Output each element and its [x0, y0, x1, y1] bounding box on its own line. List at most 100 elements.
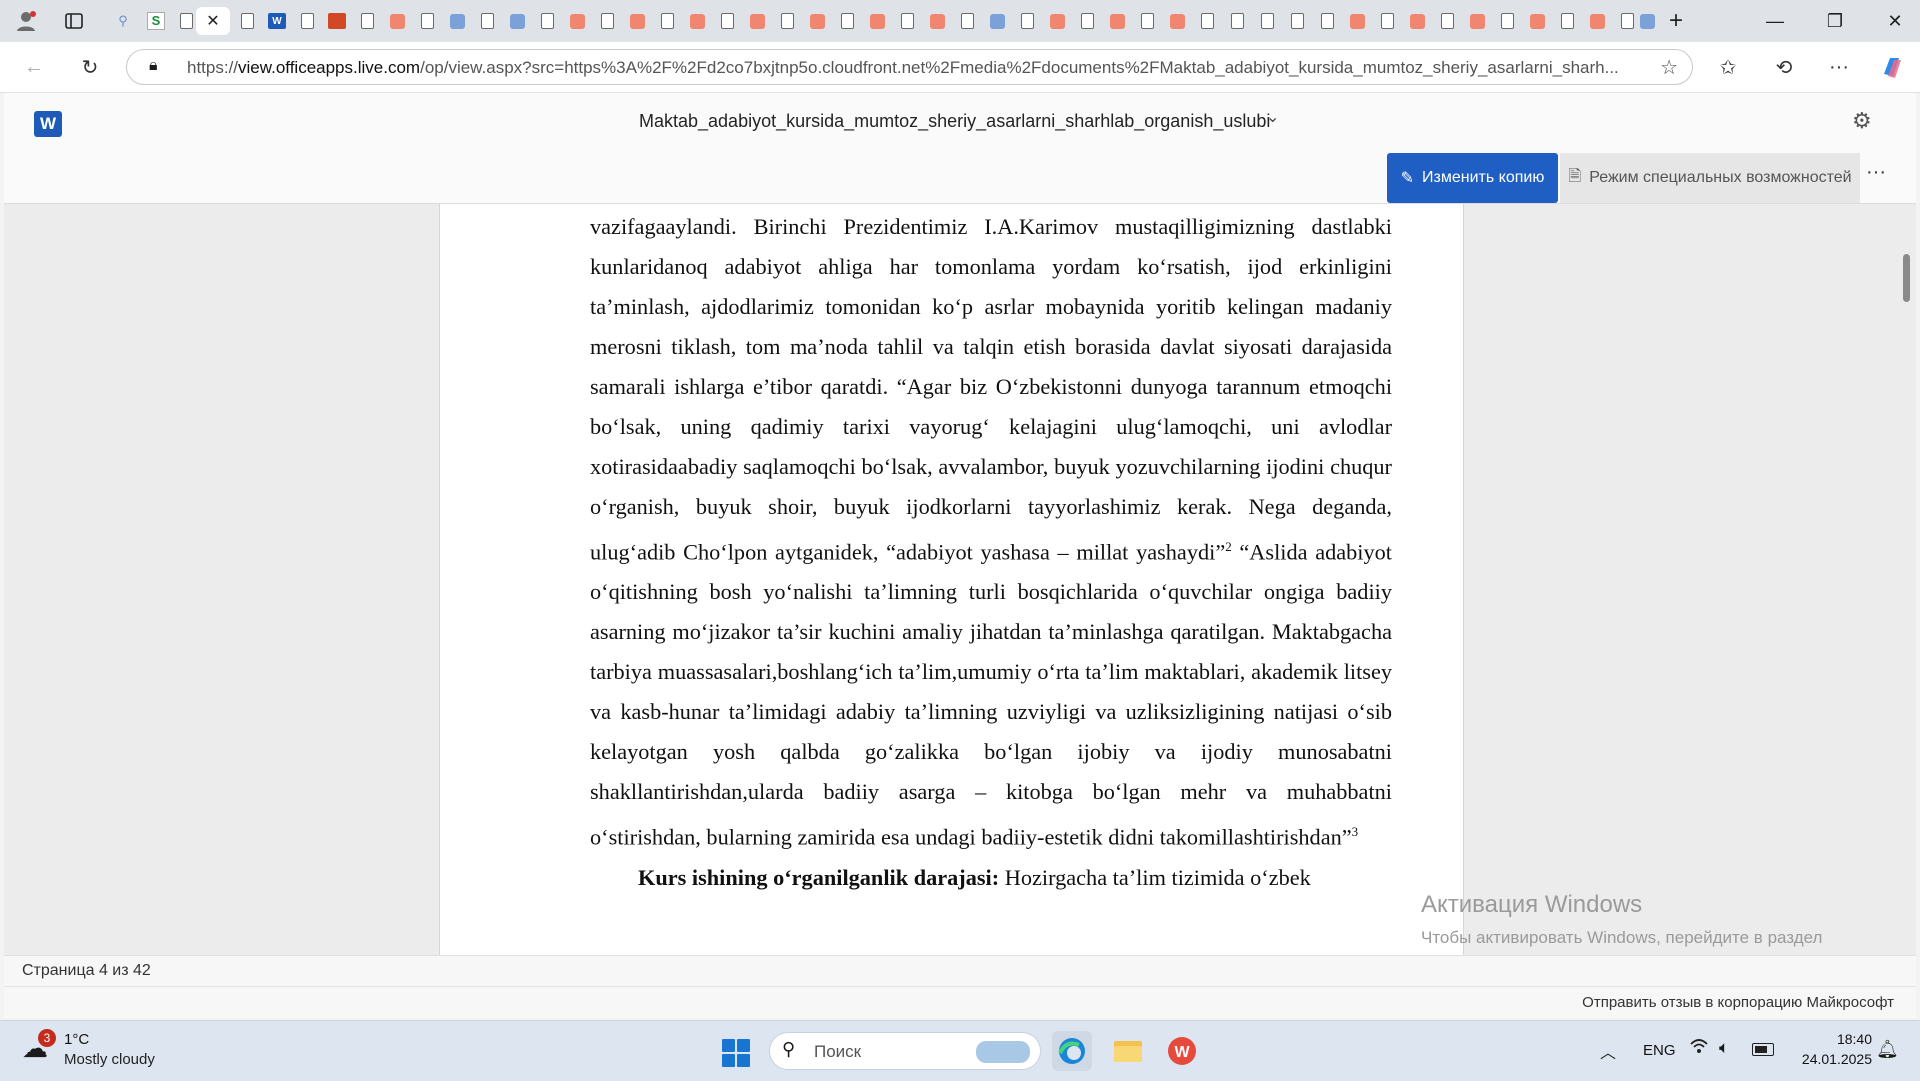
browser-tab[interactable]: [416, 7, 438, 35]
browser-tab[interactable]: [956, 7, 978, 35]
browser-tab[interactable]: [296, 7, 318, 35]
lock-icon[interactable]: 🔒︎: [149, 57, 158, 75]
text-line: vazifagaaylandi. Birinchi Prezidentimiz …: [590, 214, 1295, 239]
browser-tab[interactable]: ⚲: [112, 7, 134, 35]
more-icon[interactable]: ···: [1823, 52, 1855, 82]
document-title[interactable]: Maktab_adabiyot_kursida_mumtoz_sheriy_as…: [639, 111, 1270, 132]
wps-office-icon[interactable]: W: [1162, 1031, 1202, 1071]
edge-icon[interactable]: [1052, 1031, 1092, 1071]
language-indicator[interactable]: ENG: [1643, 1042, 1676, 1059]
browser-tab[interactable]: [926, 7, 948, 35]
browser-tab[interactable]: [566, 7, 588, 35]
document-canvas[interactable]: vazifagaaylandi. Birinchi Prezidentimiz …: [4, 204, 1916, 955]
browser-tab[interactable]: [986, 7, 1008, 35]
browser-tab-active[interactable]: ✕: [196, 7, 230, 35]
browser-tab[interactable]: [1586, 7, 1608, 35]
browser-tab[interactable]: S: [145, 7, 167, 35]
scrollbar-thumb[interactable]: [1903, 254, 1910, 302]
browser-tab[interactable]: [716, 7, 738, 35]
browser-tab[interactable]: [506, 7, 528, 35]
browser-tab[interactable]: [866, 7, 888, 35]
browser-tab[interactable]: [746, 7, 768, 35]
browser-tab[interactable]: [1526, 7, 1548, 35]
footnote-ref[interactable]: 3: [1352, 824, 1359, 839]
clock-date[interactable]: 24.01.2025: [1790, 1051, 1872, 1067]
browser-tab[interactable]: [1076, 7, 1098, 35]
browser-tab[interactable]: [1286, 7, 1308, 35]
url-text[interactable]: https://view.officeapps.live.com/op/view…: [187, 58, 1627, 78]
browser-tab[interactable]: [1436, 7, 1458, 35]
text-line: muassasalari,boshlang‘ich ta’lim,umumiy …: [657, 659, 1393, 685]
browser-tab[interactable]: [356, 7, 378, 35]
edit-copy-button[interactable]: ✎ Изменить копию: [1387, 153, 1558, 203]
browser-tab[interactable]: [1226, 7, 1248, 35]
activation-title: Активация Windows: [1421, 891, 1643, 918]
copilot-icon[interactable]: [1876, 52, 1908, 82]
browser-tab[interactable]: [1406, 7, 1428, 35]
notification-bell-icon[interactable]: 🔔︎: [1876, 1039, 1899, 1060]
more-options-icon[interactable]: ···: [1866, 161, 1886, 184]
browser-tab[interactable]: [896, 7, 918, 35]
browser-tab[interactable]: [1346, 7, 1368, 35]
browser-tab[interactable]: [806, 7, 828, 35]
minimize-icon[interactable]: —: [1745, 0, 1805, 42]
browser-tab[interactable]: [236, 7, 258, 35]
history-icon[interactable]: ⟲: [1768, 52, 1800, 82]
browser-tab[interactable]: [1376, 7, 1398, 35]
browser-tab[interactable]: [446, 7, 468, 35]
text-line: o‘stirishdan, bularning zamirida esa und…: [590, 824, 1155, 850]
tab-actions-icon[interactable]: [58, 6, 90, 36]
accessibility-mode-button[interactable]: 🗎 Режим специальных возможностей: [1560, 153, 1860, 203]
browser-tab[interactable]: [1616, 7, 1638, 35]
chevron-up-icon[interactable]: ︿: [1600, 1039, 1616, 1063]
favorites-icon[interactable]: ✩: [1712, 52, 1744, 82]
browser-tab[interactable]: [1496, 7, 1518, 35]
volume-icon[interactable]: 🔈︎: [1719, 1038, 1729, 1058]
windows-start-icon[interactable]: [722, 1039, 750, 1067]
status-bar: Страница 4 из 42: [4, 955, 1916, 986]
back-icon[interactable]: ←: [18, 52, 50, 82]
url-field[interactable]: 🔒︎ https://view.officeapps.live.com/op/v…: [126, 49, 1693, 85]
browser-tab[interactable]: [1046, 7, 1068, 35]
file-explorer-icon[interactable]: [1108, 1031, 1148, 1071]
browser-tab[interactable]: [175, 7, 197, 35]
browser-tab[interactable]: [1016, 7, 1038, 35]
browser-tab[interactable]: [656, 7, 678, 35]
gear-icon[interactable]: ⚙: [1852, 108, 1872, 134]
browser-tab-bar: ⚲ S ✕ W + — ❐ ✕: [0, 0, 1920, 42]
browser-tab[interactable]: [1196, 7, 1218, 35]
restore-icon[interactable]: ❐: [1805, 0, 1865, 42]
refresh-icon[interactable]: ↻: [74, 52, 106, 82]
feedback-link[interactable]: Отправить отзыв в корпорацию Майкрософт: [1582, 994, 1894, 1011]
close-icon[interactable]: ✕: [206, 11, 219, 31]
text-line: yashasa – millat yashaydi”: [980, 539, 1226, 565]
new-tab-icon[interactable]: +: [1660, 6, 1692, 36]
browser-tab[interactable]: [476, 7, 498, 35]
chevron-down-icon[interactable]: ⌄: [1266, 107, 1279, 127]
browser-tab[interactable]: [1166, 7, 1188, 35]
browser-tab[interactable]: [1256, 7, 1278, 35]
browser-tab[interactable]: [596, 7, 618, 35]
wifi-icon[interactable]: [1690, 1038, 1708, 1059]
browser-tab[interactable]: [1106, 7, 1128, 35]
browser-tab[interactable]: [686, 7, 708, 35]
taskbar-search[interactable]: ⚲ Поиск: [769, 1032, 1041, 1070]
browser-tab[interactable]: [326, 7, 348, 35]
window-close-icon[interactable]: ✕: [1865, 0, 1920, 42]
browser-tab[interactable]: [1556, 7, 1578, 35]
browser-tab[interactable]: [1636, 7, 1658, 35]
clock-time[interactable]: 18:40: [1800, 1031, 1872, 1047]
browser-tab[interactable]: [626, 7, 648, 35]
favorite-icon[interactable]: ☆: [1660, 55, 1678, 80]
browser-tab[interactable]: [536, 7, 558, 35]
browser-tab[interactable]: [1466, 7, 1488, 35]
browser-tab[interactable]: [836, 7, 858, 35]
battery-icon[interactable]: [1752, 1043, 1774, 1056]
browser-tab[interactable]: [1136, 7, 1158, 35]
browser-tab[interactable]: [386, 7, 408, 35]
word-logo-icon[interactable]: W: [34, 111, 62, 137]
browser-tab[interactable]: [776, 7, 798, 35]
browser-tab[interactable]: [1316, 7, 1338, 35]
profile-icon[interactable]: [10, 6, 42, 36]
browser-tab[interactable]: W: [266, 7, 288, 35]
